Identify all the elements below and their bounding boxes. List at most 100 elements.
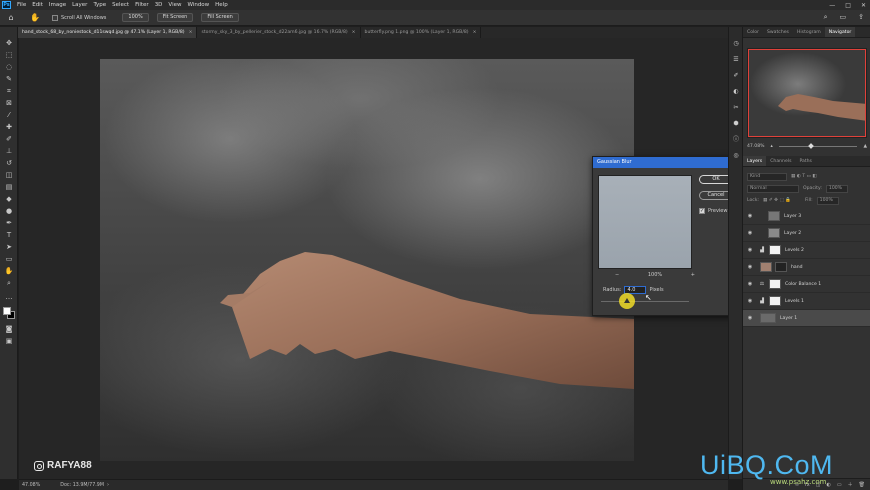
- maximize-icon[interactable]: □: [845, 2, 851, 9]
- preview-checkbox[interactable]: ✓: [699, 208, 705, 214]
- preview-toggle[interactable]: ✓ Preview: [699, 208, 727, 214]
- document-canvas[interactable]: [100, 59, 634, 461]
- menu-view[interactable]: View: [165, 0, 184, 10]
- trash-icon[interactable]: 🗑: [859, 482, 865, 488]
- layer-mask-thumbnail[interactable]: [769, 296, 781, 306]
- 3d-icon[interactable]: ⬢: [731, 119, 741, 128]
- menu-image[interactable]: Image: [46, 0, 69, 10]
- status-zoom[interactable]: 47.08%: [22, 483, 40, 488]
- quick-mask-icon[interactable]: ◙: [4, 325, 14, 334]
- lock-icons[interactable]: ▦ ✐ ✥ ⬚ 🔒: [763, 198, 791, 203]
- dodge-tool-icon[interactable]: ●: [4, 207, 14, 216]
- radius-slider-thumb[interactable]: ↖: [619, 293, 652, 309]
- color-wheel-icon[interactable]: ◎: [731, 151, 741, 160]
- hand-tool-icon[interactable]: ✋: [30, 13, 40, 23]
- search-icon[interactable]: ⌕: [824, 13, 828, 22]
- tab-stormy-sky[interactable]: stormy_sky_3_by_pellerier_stock_d22am6.j…: [197, 27, 361, 38]
- eyedropper-tool-icon[interactable]: ⁄: [4, 111, 14, 120]
- navigator-zoom-slider[interactable]: [778, 146, 858, 147]
- properties-icon[interactable]: ☰: [731, 55, 741, 64]
- rectangle-tool-icon[interactable]: ▭: [4, 255, 14, 264]
- eye-icon[interactable]: ◉: [746, 298, 754, 304]
- tab-close-icon[interactable]: ×: [189, 27, 193, 38]
- menu-edit[interactable]: Edit: [29, 0, 46, 10]
- zoom-100-button[interactable]: 100%: [122, 13, 149, 22]
- adjust-icon[interactable]: ◐: [827, 482, 831, 488]
- menu-3d[interactable]: 3D: [152, 0, 166, 10]
- eye-icon[interactable]: ◉: [746, 230, 754, 236]
- share-icon[interactable]: ⇪: [858, 13, 864, 22]
- tab-close-icon[interactable]: ×: [473, 27, 477, 38]
- menu-type[interactable]: Type: [90, 0, 109, 10]
- layer-row[interactable]: ◉ ⚖ Color Balance 1: [743, 276, 870, 293]
- brush-settings-icon[interactable]: ✐: [731, 71, 741, 80]
- layer-row[interactable]: ◉ Layer 1: [743, 310, 870, 327]
- layer-row[interactable]: ◉ Layer 3: [743, 208, 870, 225]
- navigator-thumbnail[interactable]: [747, 48, 867, 138]
- history-icon[interactable]: ◷: [731, 39, 741, 48]
- tab-histogram[interactable]: Histogram: [793, 27, 825, 37]
- fit-screen-button[interactable]: Fit Screen: [156, 13, 194, 22]
- tab-layers[interactable]: Layers: [743, 156, 767, 166]
- blur-preview[interactable]: [598, 175, 692, 269]
- zoom-out-icon[interactable]: −: [615, 272, 619, 278]
- tab-paths[interactable]: Paths: [795, 156, 816, 166]
- menu-select[interactable]: Select: [109, 0, 132, 10]
- tab-swatches[interactable]: Swatches: [763, 27, 793, 37]
- move-tool-icon[interactable]: ✥: [4, 39, 14, 48]
- close-icon[interactable]: ✕: [861, 2, 866, 9]
- eye-icon[interactable]: ◉: [746, 247, 754, 253]
- layer-mask-thumbnail[interactable]: [769, 245, 781, 255]
- radius-slider[interactable]: ↖: [601, 293, 689, 309]
- adjustments-icon[interactable]: ◐: [731, 87, 741, 96]
- folder-icon[interactable]: ▭: [837, 482, 842, 488]
- eye-icon[interactable]: ◉: [746, 213, 754, 219]
- hand-tool-icon[interactable]: ✋: [4, 267, 14, 276]
- menu-filter[interactable]: Filter: [132, 0, 152, 10]
- zoom-tool-icon[interactable]: ⌕: [4, 279, 14, 288]
- layer-row[interactable]: ◉ hand: [743, 259, 870, 276]
- healing-brush-tool-icon[interactable]: ✚: [4, 123, 14, 132]
- fill-input[interactable]: 100%: [816, 196, 839, 205]
- chevron-right-icon[interactable]: ›: [107, 482, 109, 488]
- screen-mode-icon[interactable]: ▣: [4, 337, 14, 346]
- gradient-tool-icon[interactable]: ▤: [4, 183, 14, 192]
- navigator-zoom-value[interactable]: 47.08%: [747, 144, 765, 149]
- eraser-tool-icon[interactable]: ◫: [4, 171, 14, 180]
- layer-row[interactable]: ◉ ▟ Levels 2: [743, 242, 870, 259]
- foreground-color-swatch[interactable]: [3, 307, 11, 315]
- clone-stamp-tool-icon[interactable]: ⊥: [4, 147, 14, 156]
- more-tools-icon[interactable]: …: [4, 293, 14, 302]
- workspace-icon[interactable]: ▭: [840, 13, 847, 22]
- scroll-all-windows-checkbox[interactable]: [52, 14, 58, 21]
- menu-window[interactable]: Window: [184, 0, 212, 10]
- layer-row[interactable]: ◉ ▟ Levels 1: [743, 293, 870, 310]
- zoom-out-small-icon[interactable]: ▴: [771, 144, 773, 149]
- tab-butterfly[interactable]: butterfly.png 1.png @ 100% (Layer 1, RGB…: [361, 27, 482, 38]
- tab-navigator[interactable]: Navigator: [824, 27, 856, 37]
- frame-tool-icon[interactable]: ⊠: [4, 99, 14, 108]
- kind-filter-dropdown[interactable]: Kind: [747, 172, 787, 181]
- history-brush-tool-icon[interactable]: ↺: [4, 159, 14, 168]
- menu-file[interactable]: File: [14, 0, 29, 10]
- cut-icon[interactable]: ✂: [731, 103, 741, 112]
- blur-tool-icon[interactable]: ◆: [4, 195, 14, 204]
- opacity-input[interactable]: 100%: [825, 184, 848, 193]
- dialog-title-bar[interactable]: Gaussian Blur ✕: [593, 157, 737, 168]
- lasso-tool-icon[interactable]: ◌: [4, 63, 14, 72]
- eye-icon[interactable]: ◉: [746, 315, 754, 321]
- minimize-icon[interactable]: —: [829, 2, 835, 9]
- color-swatches[interactable]: [3, 307, 15, 319]
- filter-icons[interactable]: ▦ ◐ T ▭ ◧: [791, 174, 817, 179]
- eye-icon[interactable]: ◉: [746, 281, 754, 287]
- zoom-in-large-icon[interactable]: ▲: [863, 144, 867, 149]
- brush-tool-icon[interactable]: ✐: [4, 135, 14, 144]
- fill-screen-button[interactable]: Fill Screen: [201, 13, 239, 22]
- layer-row[interactable]: ◉ Layer 2: [743, 225, 870, 242]
- pen-tool-icon[interactable]: ✒: [4, 219, 14, 228]
- tab-close-icon[interactable]: ×: [352, 27, 356, 38]
- zoom-in-icon[interactable]: +: [691, 272, 695, 278]
- tab-channels[interactable]: Channels: [766, 156, 795, 166]
- blend-mode-dropdown[interactable]: Normal: [747, 184, 799, 193]
- quick-select-tool-icon[interactable]: ✎: [4, 75, 14, 84]
